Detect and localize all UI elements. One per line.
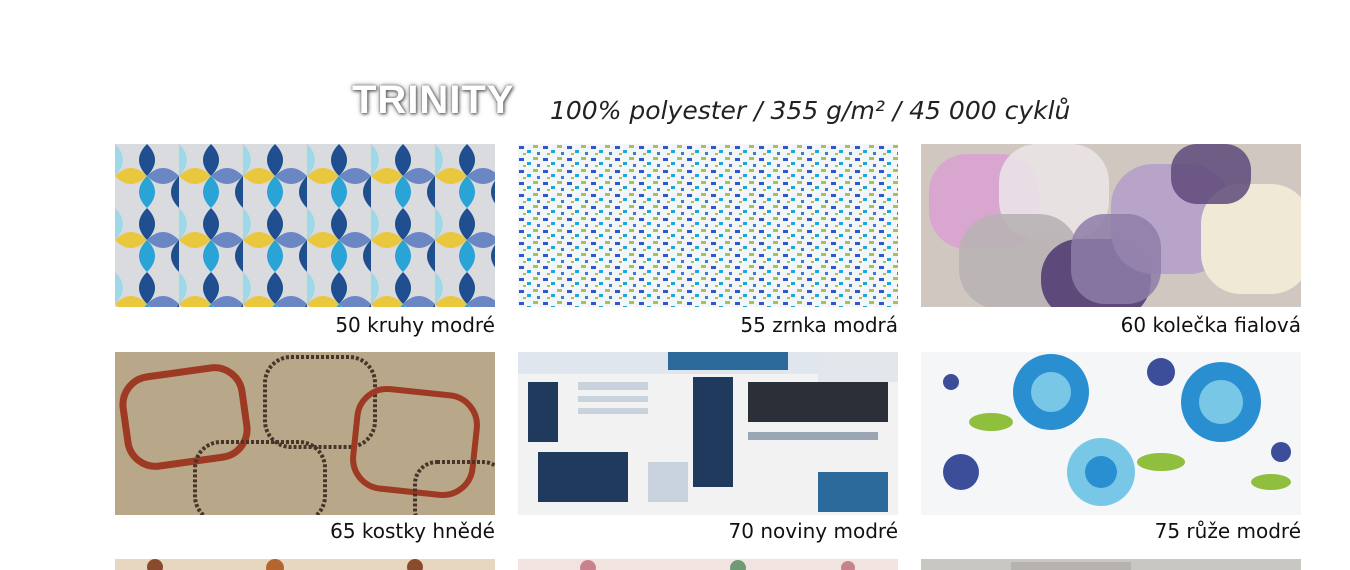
floral-warm-pattern-image bbox=[115, 559, 495, 570]
kruhy-pattern-image bbox=[115, 144, 495, 307]
swatch-75-ruze-modre[interactable] bbox=[921, 352, 1301, 515]
swatch-label: 75 růže modré bbox=[1154, 519, 1301, 543]
zrnka-pattern-image bbox=[518, 144, 898, 307]
gray-pattern-image bbox=[921, 559, 1301, 570]
noviny-pattern-image bbox=[518, 352, 898, 515]
ruze-pattern-image bbox=[921, 352, 1301, 515]
swatch-70-noviny-modre[interactable] bbox=[518, 352, 898, 515]
swatch-row3-3[interactable] bbox=[921, 559, 1301, 570]
swatch-50-kruhy-modre[interactable] bbox=[115, 144, 495, 307]
collection-spec: 100% polyester / 355 g/m² / 45 000 cyklů bbox=[550, 96, 1071, 125]
swatch-label: 50 kruhy modré bbox=[335, 313, 495, 337]
swatch-55-zrnka-modra[interactable] bbox=[518, 144, 898, 307]
swatch-label: 70 noviny modré bbox=[728, 519, 898, 543]
swatch-65-kostky-hnede[interactable] bbox=[115, 352, 495, 515]
swatch-row3-2[interactable] bbox=[518, 559, 898, 570]
floral-pink-pattern-image bbox=[518, 559, 898, 570]
collection-title: TRINITY bbox=[352, 78, 515, 122]
swatch-60-kolecka-fialova[interactable] bbox=[921, 144, 1301, 307]
kostky-pattern-image bbox=[115, 352, 495, 515]
swatch-label: 55 zrnka modrá bbox=[740, 313, 898, 337]
swatch-label: 60 kolečka fialová bbox=[1120, 313, 1301, 337]
swatch-label: 65 kostky hnědé bbox=[330, 519, 495, 543]
swatch-row3-1[interactable] bbox=[115, 559, 495, 570]
kolecka-pattern-image bbox=[921, 144, 1301, 307]
